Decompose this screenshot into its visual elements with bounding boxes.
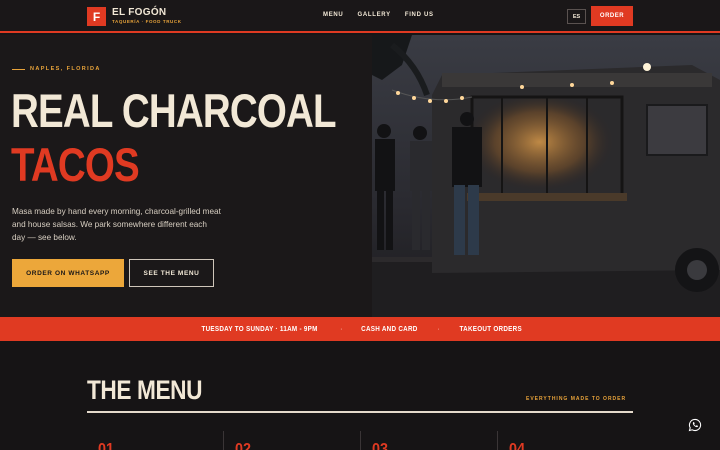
band-separator: · [437,325,440,333]
nav-link-gallery[interactable]: GALLERY [357,12,390,18]
logo-text: EL FOGÓN TAQUERÍA · FOOD TRUCK [112,8,182,25]
column-divider [360,431,361,450]
band-hours: TUESDAY TO SUNDAY · 11AM - 9PM [201,325,318,333]
top-nav: F EL FOGÓN TAQUERÍA · FOOD TRUCK MENU GA… [0,0,720,33]
band-separator: · [340,325,343,333]
order-button[interactable]: ORDER [591,6,633,26]
logo-mark: F [87,7,106,26]
nav-links: MENU GALLERY FIND US [323,12,434,18]
menu-title: THE MENU [87,375,203,405]
order-whatsapp-button[interactable]: ORDER ON WHATSAPP [12,259,124,287]
column-divider [497,431,498,450]
info-band: TUESDAY TO SUNDAY · 11AM - 9PM · CASH AN… [0,317,720,341]
menu-item-number: 04 [509,441,526,450]
whatsapp-icon [688,418,702,432]
language-toggle[interactable]: ES [567,9,586,24]
eyebrow-rule [12,68,25,70]
brand-tagline: TAQUERÍA · FOOD TRUCK [112,19,182,25]
menu-item-number: 03 [372,441,389,450]
menu-item-number: 01 [98,441,115,450]
nav-link-find-us[interactable]: FIND US [405,12,434,18]
see-menu-button[interactable]: SEE THE MENU [129,259,214,287]
menu-item-number: 02 [235,441,252,450]
band-takeout: TAKEOUT ORDERS [459,325,522,333]
hero-title-line1: REAL CHARCOAL [11,84,337,137]
hero-eyebrow: NAPLES, FLORIDA [12,66,101,72]
menu-subtitle: EVERYTHING MADE TO ORDER [526,396,627,402]
column-divider [223,431,224,450]
nav-link-menu[interactable]: MENU [323,12,343,18]
band-payment: CASH AND CARD [361,325,419,333]
hero-description: Masa made by hand every morning, charcoa… [12,207,221,242]
whatsapp-float-button[interactable] [684,414,706,436]
hero-title-line2: TACOS [11,138,140,191]
brand-logo[interactable]: F EL FOGÓN TAQUERÍA · FOOD TRUCK [87,7,182,26]
food-truck-illustration [372,35,720,317]
menu-divider [87,411,633,413]
brand-name: EL FOGÓN [112,7,167,19]
hero-location: NAPLES, FLORIDA [30,66,101,72]
food-truck-photo [372,35,720,317]
